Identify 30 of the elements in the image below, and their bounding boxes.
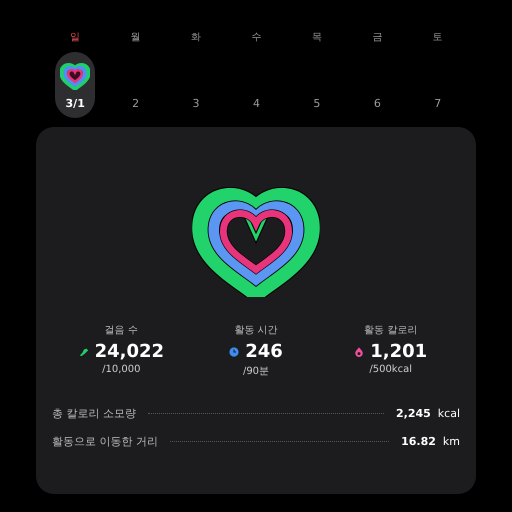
heart-rings-icon [60,61,90,90]
weekday-label: 목 [312,31,322,45]
stat-label: 걸음 수 [104,324,138,337]
detail-value: 16.82 [401,435,436,448]
stat-value: 24,022 [94,341,164,362]
day-tab[interactable]: 5 [296,52,337,118]
detail-label: 총 칼로리 소모량 [52,406,136,421]
weekday-label: 일 [70,31,80,45]
detail-unit: kcal [438,407,460,420]
detail-label: 활동으로 이동한 거리 [52,434,158,449]
day-tab[interactable]: 6 [357,52,398,118]
stat-value: 246 [245,341,283,362]
stat-goal: /90분 [242,365,270,378]
weekday-label: 금 [372,31,382,45]
weekday-label: 화 [191,31,202,45]
stat-goal: /10,000 [102,364,141,375]
stat-goal: /500kcal [369,364,412,375]
detail-unit: km [442,435,460,448]
day-tab[interactable]: 3 [176,52,216,118]
weekday-label: 월 [130,31,141,45]
day-tab[interactable]: 7 [418,52,458,118]
detail-value: 2,245 [396,407,431,420]
stat-label: 활동 칼로리 [364,324,418,337]
stat-label: 활동 시간 [234,324,278,337]
day-tab[interactable]: 3/1 [55,52,96,118]
day-tab[interactable]: 2 [116,52,156,118]
stat-value: 1,201 [370,341,428,362]
day-tab[interactable]: 4 [236,52,276,118]
weekday-label: 토 [432,31,443,45]
weekday-label: 수 [251,31,262,45]
